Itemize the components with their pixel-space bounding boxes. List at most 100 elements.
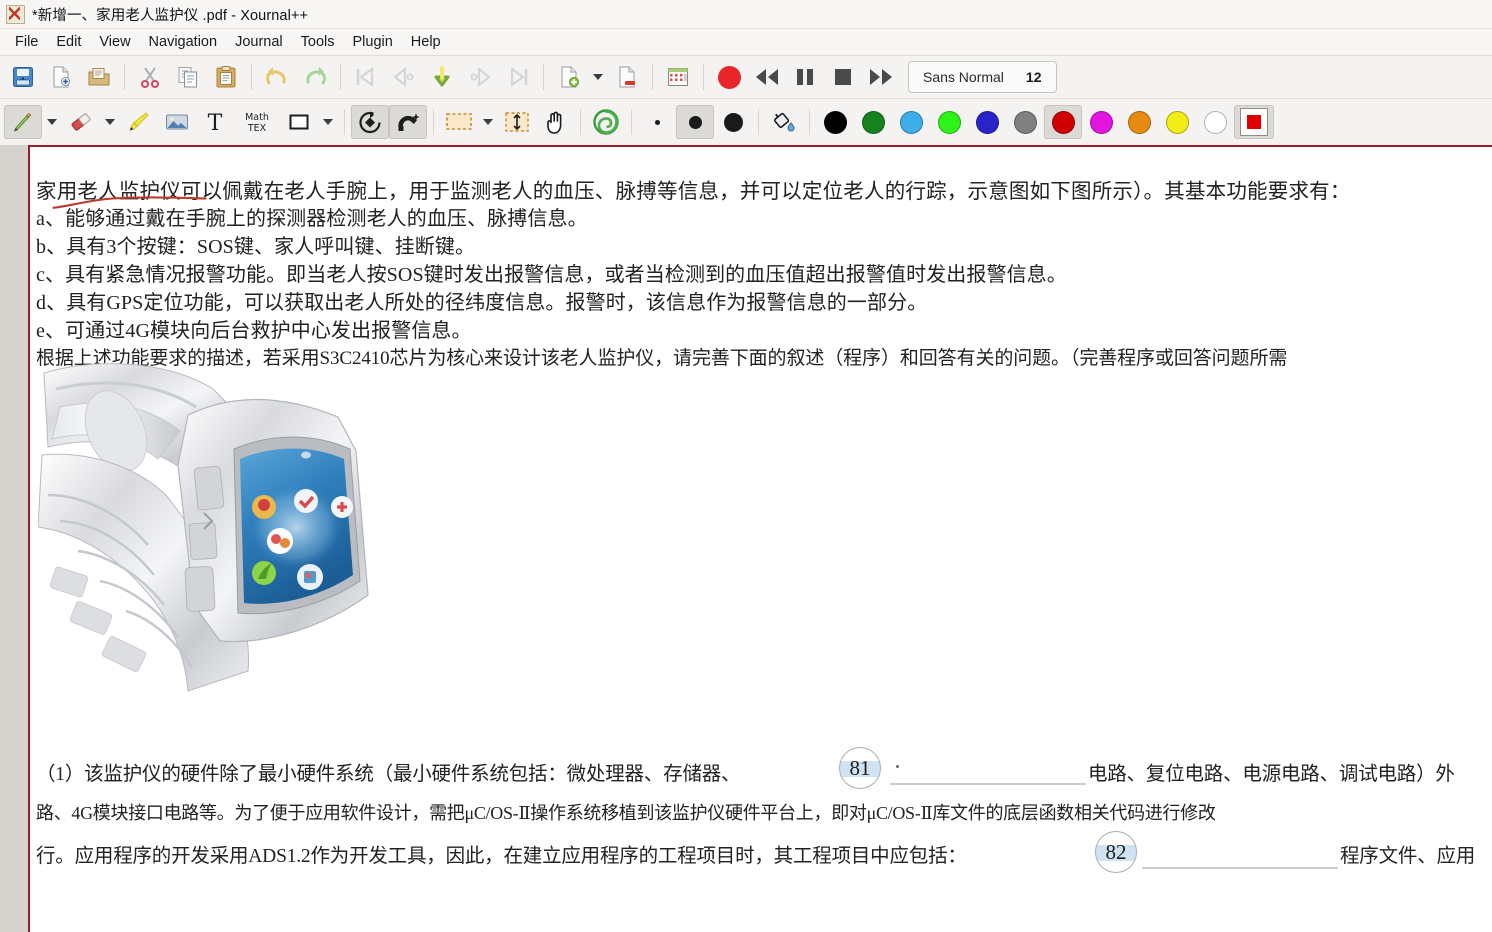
color-swatch-icon	[1013, 110, 1037, 134]
toolbar-separator	[703, 64, 704, 90]
delete-page-button[interactable]	[608, 60, 646, 94]
select-rectangle-tool[interactable]	[440, 105, 478, 139]
save-button[interactable]	[4, 60, 42, 94]
vertical-space-tool[interactable]	[498, 105, 536, 139]
answer-blank-82[interactable]	[1142, 867, 1338, 869]
color-swatch-icon	[975, 110, 999, 134]
previous-page-button[interactable]	[385, 60, 423, 94]
color-green[interactable]	[930, 105, 968, 139]
shape-tool[interactable]	[280, 105, 318, 139]
image-tool[interactable]	[158, 105, 196, 139]
toolbar-separator	[809, 109, 810, 135]
color-picker-icon	[1240, 108, 1268, 136]
undo-button[interactable]	[258, 60, 296, 94]
shape-recognizer-tool[interactable]	[351, 105, 389, 139]
color-dark-green[interactable]	[854, 105, 892, 139]
doc-q1-before: （1）该监护仪的硬件除了最小硬件系统（最小硬件系统包括：微处理器、存储器、	[36, 764, 741, 785]
go-to-page-button[interactable]	[423, 60, 461, 94]
menu-edit[interactable]: Edit	[47, 31, 90, 53]
snap-magnet-tool[interactable]	[389, 105, 427, 139]
font-size-label: 12	[1025, 69, 1042, 85]
color-gray[interactable]	[1006, 105, 1044, 139]
color-white[interactable]	[1196, 105, 1234, 139]
redo-button[interactable]	[296, 60, 334, 94]
new-document-button[interactable]	[42, 60, 80, 94]
record-button[interactable]	[710, 60, 748, 94]
toolbar-separator	[344, 109, 345, 135]
font-selector[interactable]: Sans Normal 12	[908, 61, 1057, 93]
doc-line-b: b、具有3个按键：SOS键、家人呼叫键、挂断键。	[36, 236, 476, 258]
paste-button[interactable]	[207, 60, 245, 94]
cut-button[interactable]	[131, 60, 169, 94]
color-swatch-icon	[1165, 110, 1189, 134]
color-swatch-icon	[937, 110, 961, 134]
doc-q1-line2: 路、4G模块接口电路等。为了便于应用软件设计，需把μC/OS-Ⅱ操作系统移植到该…	[36, 803, 1216, 823]
open-folder-button[interactable]	[80, 60, 118, 94]
last-page-button[interactable]	[499, 60, 537, 94]
menu-file[interactable]: File	[6, 31, 47, 53]
pen-tool[interactable]	[4, 105, 42, 139]
window-title: *新增一、家用老人监护仪 .pdf - Xournal++	[32, 7, 309, 24]
red-underline-stroke	[52, 196, 207, 209]
rewind-button[interactable]	[748, 60, 786, 94]
main-toolbar: Sans Normal 12	[0, 56, 1492, 99]
latex-tool[interactable]: Math TEX	[234, 105, 280, 139]
pause-button[interactable]	[786, 60, 824, 94]
forward-button[interactable]	[862, 60, 900, 94]
color-red[interactable]	[1044, 105, 1082, 139]
medium-width-button[interactable]	[676, 105, 714, 139]
toolbar-separator	[124, 64, 125, 90]
color-swatch-icon	[861, 110, 885, 134]
text-tool[interactable]: T	[196, 105, 234, 139]
color-swatch-icon	[1127, 110, 1151, 134]
thin-dot-icon	[654, 119, 660, 125]
thick-dot-icon	[723, 112, 743, 132]
menu-plugin[interactable]: Plugin	[343, 31, 401, 53]
next-page-button[interactable]	[461, 60, 499, 94]
insert-page-button[interactable]	[550, 60, 588, 94]
select-dropdown[interactable]	[478, 105, 498, 139]
fill-tool[interactable]	[765, 105, 803, 139]
stop-button[interactable]	[824, 60, 862, 94]
color-black[interactable]	[816, 105, 854, 139]
doc-line-d: d、具有GPS定位功能，可以获取出老人所处的径纬度信息。报警时，该信息作为报警信…	[36, 292, 928, 314]
font-name-label: Sans Normal	[923, 69, 1004, 85]
toolbar-separator	[580, 109, 581, 135]
thick-width-button[interactable]	[714, 105, 752, 139]
chevron-down-icon	[483, 119, 493, 125]
color-picker[interactable]	[1234, 105, 1274, 139]
toolbar-separator	[433, 109, 434, 135]
hand-tool[interactable]	[536, 105, 574, 139]
page-layout-button[interactable]	[659, 60, 697, 94]
menu-navigation[interactable]: Navigation	[140, 31, 227, 53]
color-magenta[interactable]	[1082, 105, 1120, 139]
color-swatch-icon	[1089, 110, 1113, 134]
eraser-tool[interactable]	[62, 105, 100, 139]
color-blue[interactable]	[968, 105, 1006, 139]
color-yellow[interactable]	[1158, 105, 1196, 139]
insert-page-dropdown[interactable]	[588, 60, 608, 94]
svg-text:TEX: TEX	[247, 123, 267, 134]
toolbar-separator	[543, 64, 544, 90]
highlighter-tool[interactable]	[120, 105, 158, 139]
toolbar-separator	[251, 64, 252, 90]
page-gutter-left	[0, 145, 28, 932]
pen-dropdown[interactable]	[42, 105, 62, 139]
eraser-dropdown[interactable]	[100, 105, 120, 139]
pdf-page[interactable]: 家用老人监护仪可以佩戴在老人手腕上，用于监测老人的血压、脉搏等信息，并可以定位老…	[28, 145, 1492, 932]
copy-button[interactable]	[169, 60, 207, 94]
first-page-button[interactable]	[347, 60, 385, 94]
medium-dot-icon	[688, 115, 702, 129]
shape-dropdown[interactable]	[318, 105, 338, 139]
menu-tools[interactable]: Tools	[292, 31, 344, 53]
color-orange[interactable]	[1120, 105, 1158, 139]
color-swatch-icon	[1203, 110, 1227, 134]
menu-journal[interactable]: Journal	[226, 31, 292, 53]
menu-view[interactable]: View	[90, 31, 139, 53]
spiral-tool[interactable]	[587, 105, 625, 139]
menu-help[interactable]: Help	[402, 31, 450, 53]
thin-width-button[interactable]	[638, 105, 676, 139]
color-light-blue[interactable]	[892, 105, 930, 139]
answer-blank-81[interactable]	[890, 783, 1086, 785]
document-area[interactable]: 家用老人监护仪可以佩戴在老人手腕上，用于监测老人的血压、脉搏等信息，并可以定位老…	[0, 145, 1492, 932]
